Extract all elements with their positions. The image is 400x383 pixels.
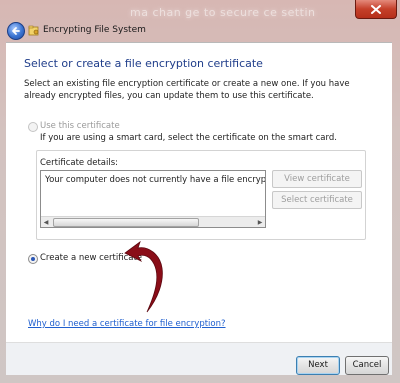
close-icon bbox=[371, 4, 381, 14]
use-certificate-description: If you are using a smart card, select th… bbox=[40, 133, 337, 143]
certificate-details-label: Certificate details: bbox=[40, 158, 119, 168]
back-arrow-icon bbox=[12, 27, 20, 35]
scrollbar-thumb[interactable] bbox=[53, 218, 199, 227]
certificate-details-text: Your computer does not currently have a … bbox=[45, 175, 266, 185]
intro-text: Select an existing file encryption certi… bbox=[24, 79, 350, 101]
use-certificate-radio[interactable] bbox=[28, 122, 38, 132]
annotation-arrow-icon bbox=[124, 240, 163, 313]
use-certificate-label: Use this certificate bbox=[40, 121, 120, 131]
window-frame: ma chan ge to secure ce settin Encryptin… bbox=[0, 0, 400, 383]
close-button[interactable] bbox=[355, 0, 397, 19]
help-link[interactable]: Why do I need a certificate for file enc… bbox=[28, 319, 226, 329]
create-certificate-radio[interactable] bbox=[28, 254, 38, 264]
view-certificate-button[interactable]: View certificate bbox=[272, 170, 362, 188]
scroll-left-icon[interactable]: ◀ bbox=[41, 217, 51, 227]
horizontal-scrollbar[interactable]: ◀ ▶ bbox=[41, 216, 265, 227]
window-title: Encrypting File System bbox=[43, 25, 146, 35]
efs-key-icon bbox=[28, 25, 39, 36]
title-bar: ma chan ge to secure ce settin Encryptin… bbox=[0, 0, 400, 40]
scroll-right-icon[interactable]: ▶ bbox=[255, 217, 265, 227]
certificate-details-box[interactable]: Your computer does not currently have a … bbox=[40, 170, 266, 228]
next-button[interactable]: Next bbox=[296, 356, 340, 375]
cancel-button[interactable]: Cancel bbox=[345, 356, 389, 375]
page-heading: Select or create a file encryption certi… bbox=[24, 57, 263, 70]
background-window-text: ma chan ge to secure ce settin bbox=[130, 6, 316, 19]
select-certificate-button[interactable]: Select certificate bbox=[272, 191, 362, 209]
back-button[interactable] bbox=[7, 22, 25, 40]
